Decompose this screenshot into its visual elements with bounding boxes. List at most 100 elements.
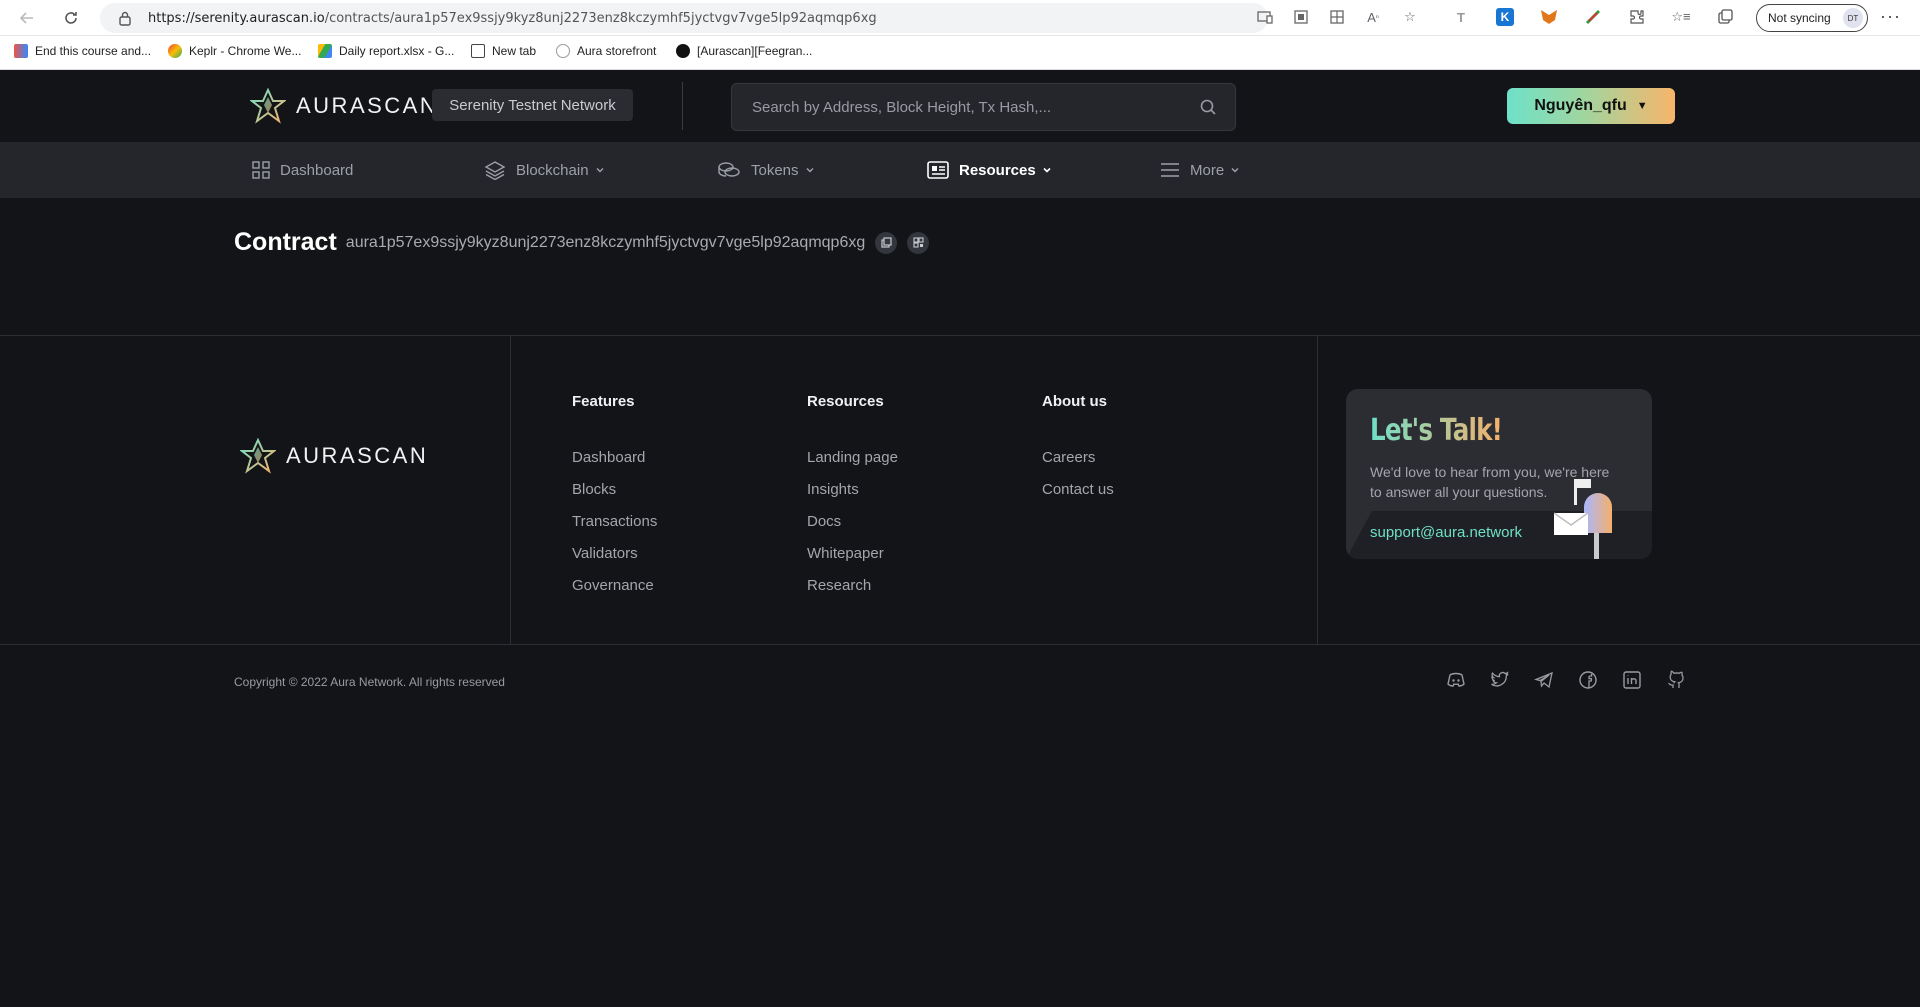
network-badge: Serenity Testnet Network: [432, 89, 633, 121]
talk-title: Let's Talk!: [1370, 413, 1503, 448]
mailbox-icon: [1554, 479, 1612, 559]
footer-link-research[interactable]: Research: [807, 577, 871, 594]
translate-extension-icon[interactable]: T: [1452, 8, 1470, 26]
newspaper-icon: [927, 161, 949, 179]
nav-label: Blockchain: [516, 161, 589, 179]
footer-link-dashboard[interactable]: Dashboard: [572, 449, 645, 466]
footer-divider-right: [1317, 336, 1318, 644]
search-box[interactable]: [731, 83, 1236, 131]
url-path: /contracts/aura1p57ex9ssjy9kyz8unj2273en…: [324, 11, 877, 26]
site-header: AURASCAN Serenity Testnet Network Nguyên…: [0, 70, 1920, 142]
chevron-down-icon: ▼: [1636, 100, 1648, 112]
github-icon[interactable]: [1666, 670, 1686, 690]
read-aloud-icon[interactable]: [1256, 8, 1274, 26]
globe-icon: [556, 44, 570, 58]
nav-label: Dashboard: [280, 161, 354, 179]
footer-divider-top: [0, 335, 1920, 336]
layers-icon: [484, 161, 506, 180]
telegram-icon[interactable]: [1534, 670, 1554, 690]
bookmark-item[interactable]: Aura storefront: [556, 44, 656, 58]
metamask-extension-icon[interactable]: [1540, 8, 1558, 26]
support-email-link[interactable]: support@aura.network: [1370, 524, 1522, 541]
footer-link-transactions[interactable]: Transactions: [572, 513, 657, 530]
footer-col-title-resources: Resources: [807, 393, 884, 410]
nav-item-tokens[interactable]: Tokens: [717, 142, 825, 198]
footer-link-validators[interactable]: Validators: [572, 545, 638, 562]
github-icon: [676, 44, 690, 58]
footer-col-title-features: Features: [572, 393, 635, 410]
reload-icon[interactable]: [58, 6, 84, 30]
nav-label: Tokens: [751, 161, 799, 179]
apps-icon[interactable]: [1328, 8, 1346, 26]
coins-icon: [718, 162, 740, 177]
wallet-extension-icon[interactable]: [1584, 8, 1602, 26]
chevron-down-icon: [806, 167, 814, 173]
favorites-icon[interactable]: ☆≡: [1671, 8, 1690, 26]
twitter-icon[interactable]: [1490, 670, 1510, 690]
facebook-icon[interactable]: [1578, 670, 1598, 690]
qr-code-icon: [913, 237, 924, 248]
aurascan-logo[interactable]: AURASCAN: [250, 88, 438, 124]
lock-icon[interactable]: [118, 10, 132, 26]
bookmark-label: Daily report.xlsx - G...: [339, 44, 455, 58]
bookmark-item[interactable]: [Aurascan][Feegran...: [676, 44, 812, 58]
nav-item-blockchain[interactable]: Blockchain: [484, 142, 615, 198]
footer-link-insights[interactable]: Insights: [807, 481, 859, 498]
copy-address-button[interactable]: [875, 231, 898, 254]
profile-sync-button[interactable]: Not syncing DT: [1756, 4, 1868, 32]
text-size-icon[interactable]: Aⁿ: [1364, 8, 1382, 26]
lets-talk-card: Let's Talk! We'd love to hear from you, …: [1346, 389, 1652, 559]
footer-link-blocks[interactable]: Blocks: [572, 481, 616, 498]
chevron-down-icon: [1231, 167, 1239, 173]
menu-icon: [1161, 163, 1179, 177]
back-icon[interactable]: [14, 6, 40, 30]
url-host: https://serenity.aurascan.io: [148, 11, 325, 26]
collections-icon[interactable]: [1716, 8, 1734, 26]
footer-link-whitepaper[interactable]: Whitepaper: [807, 545, 884, 562]
footer-link-careers[interactable]: Careers: [1042, 449, 1095, 466]
wallet-account-button[interactable]: Nguyên_qfu ▼: [1507, 88, 1675, 124]
footer-link-governance[interactable]: Governance: [572, 577, 654, 594]
footer-link-contact-us[interactable]: Contact us: [1042, 481, 1114, 498]
bookmark-item[interactable]: New tab: [471, 44, 536, 58]
bookmark-label: Aura storefront: [577, 44, 657, 58]
bookmark-item[interactable]: End this course and...: [14, 44, 151, 58]
chevron-down-icon: [1043, 167, 1051, 173]
profile-avatar: DT: [1843, 8, 1863, 28]
footer-divider-bottom: [0, 644, 1920, 645]
nav-label: More: [1190, 161, 1225, 179]
nav-label: Resources: [959, 161, 1036, 179]
extensions-icon[interactable]: [1628, 8, 1646, 26]
discord-icon[interactable]: [1446, 670, 1466, 690]
footer-logo[interactable]: AURASCAN: [240, 438, 428, 474]
footer-link-landing-page[interactable]: Landing page: [807, 449, 898, 466]
nav-item-more[interactable]: More: [1160, 142, 1250, 198]
linkedin-icon[interactable]: [1622, 670, 1642, 690]
bookmark-item[interactable]: Daily report.xlsx - G...: [318, 44, 454, 58]
qr-code-icon[interactable]: [1292, 8, 1310, 26]
chrome-webstore-icon: [168, 44, 182, 58]
bookmark-item[interactable]: Keplr - Chrome We...: [168, 44, 301, 58]
url-text[interactable]: https://serenity.aurascan.io/contracts/a…: [148, 11, 877, 26]
search-input[interactable]: [752, 84, 1192, 130]
footer-col-title-about: About us: [1042, 393, 1107, 410]
browser-menu-icon[interactable]: ···: [1880, 6, 1901, 27]
footer-brand-name: AURASCAN: [286, 443, 429, 468]
bookmarks-bar: End this course and... Keplr - Chrome We…: [0, 36, 1920, 70]
search-icon[interactable]: [1199, 98, 1217, 116]
address-bar[interactable]: https://serenity.aurascan.io/contracts/a…: [100, 3, 1268, 33]
aura-star-icon: [240, 438, 276, 474]
nav-item-dashboard[interactable]: Dashboard: [252, 142, 353, 198]
footer-link-docs[interactable]: Docs: [807, 513, 841, 530]
wallet-account-label: Nguyên_qfu: [1534, 97, 1627, 114]
page-title: Contract: [234, 228, 337, 256]
keplr-extension-icon[interactable]: K: [1496, 8, 1514, 26]
favorite-add-icon[interactable]: ☆: [1401, 8, 1419, 26]
bookmark-label: New tab: [492, 44, 537, 58]
qr-code-button[interactable]: [907, 231, 930, 254]
bookmark-label: End this course and...: [35, 44, 152, 58]
copyright-text: Copyright © 2022 Aura Network. All right…: [234, 675, 505, 689]
bookmark-favicon-icon: [14, 44, 28, 58]
dashboard-icon: [252, 161, 270, 179]
nav-item-resources[interactable]: Resources: [927, 142, 1062, 198]
